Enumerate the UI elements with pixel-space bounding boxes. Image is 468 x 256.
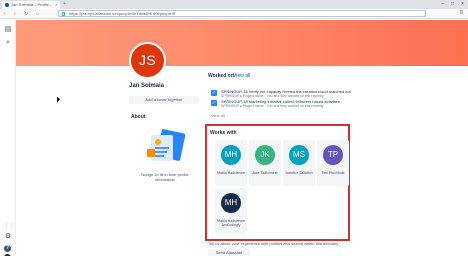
profile-header-banner (16, 20, 468, 66)
worked-on-heading: Worked on (208, 73, 234, 79)
browser-toolbar: ‹ › ↻ ⌂ https://jira-ops.atlassian.net/p… (0, 9, 468, 19)
person-avatar: MH (221, 193, 241, 213)
checkbox-icon: ✓ (211, 90, 217, 96)
person-avatar: TP (323, 145, 343, 165)
about-text: Nudge Jo fill in their profile informati… (141, 172, 189, 182)
atlassian-favicon-icon (5, 3, 9, 7)
person-name: Mattia Hadstream AmCodingly (217, 219, 245, 227)
person-avatar: JK (255, 145, 275, 165)
inbox-icon[interactable]: ▤ (4, 26, 12, 34)
works-with-section: Works with MH Mattia Hadstream JK Jake S… (205, 124, 350, 241)
profile-name: Jan Solmaia (129, 83, 165, 89)
mouse-cursor-icon (57, 97, 60, 103)
profile-avatar: JS (129, 42, 166, 79)
browser-menu-button[interactable]: ≡ (459, 10, 463, 17)
close-tab-icon[interactable]: × (55, 2, 57, 8)
send-feedback-button[interactable]: Send Atlassian feedback (208, 249, 250, 256)
work-item-subtitle: SPRINGUP ▸ Project name · You and they w… (221, 104, 324, 108)
worked-on-view-all-link[interactable]: View all (233, 73, 250, 79)
person-name: Mattia Hadstream (217, 171, 245, 175)
reload-button[interactable]: ↻ (24, 10, 28, 18)
person-card[interactable]: JK Jake Skilfulmeer (249, 140, 281, 186)
minimize-window-button[interactable]: – (441, 1, 444, 8)
profile-illustration-icon (147, 129, 185, 161)
about-card: Nudge Jo fill in their profile informati… (129, 121, 201, 221)
person-avatar: MS (289, 145, 309, 165)
help-icon[interactable]: ? (4, 245, 11, 252)
settings-icon[interactable]: ⚙ (4, 233, 12, 241)
url-text: https://jira-ops.atlassian.net/people/5b… (69, 11, 176, 16)
home-button[interactable]: ⌂ (36, 10, 39, 18)
back-button[interactable]: ‹ (4, 10, 6, 18)
person-name: Nataliux Sallation (285, 171, 313, 175)
work-item[interactable]: ✓ SPRINGUP-18 Marketing initiative colle… (211, 99, 351, 111)
tab-title: Jan Solmaia – Profile – Atlass... (11, 2, 53, 7)
lock-icon (62, 12, 65, 16)
person-card[interactable]: MS Nataliux Sallation (283, 140, 315, 186)
forward-button[interactable]: › (14, 10, 16, 18)
grid-icon[interactable]: ⋮⋮ (4, 222, 14, 230)
new-tab-button[interactable]: + (63, 1, 66, 8)
about-heading: About (131, 114, 146, 120)
close-window-button[interactable]: × (461, 1, 464, 8)
person-avatar: MH (221, 145, 241, 165)
feedback-prompt: Tell us about your experience with profi… (208, 241, 340, 246)
view-all-link[interactable]: View all (211, 113, 225, 118)
works-with-heading: Works with (210, 130, 237, 136)
search-icon[interactable]: ⌕ (4, 39, 12, 47)
app-sidebar: ▤ ⌕ ⋮⋮ ⚙ ? (0, 20, 16, 256)
maximize-window-button[interactable]: □ (451, 1, 454, 8)
address-bar[interactable]: https://jira-ops.atlassian.net/people/5b… (58, 10, 426, 17)
browser-tab[interactable]: Jan Solmaia – Profile – Atlass... × (2, 1, 60, 9)
person-name: Tem Pinchbaik (321, 171, 345, 175)
person-card[interactable]: MH Mattia Hadstream (215, 140, 247, 186)
checkbox-icon: ✓ (211, 100, 217, 106)
add-cover-button[interactable]: Add a cover together (129, 96, 199, 104)
browser-tab-bar: Jan Solmaia – Profile – Atlass... × + – … (0, 0, 468, 9)
person-card[interactable]: TP Tem Pinchbaik (317, 140, 349, 186)
person-card[interactable]: MH Mattia Hadstream AmCodingly (215, 188, 247, 234)
person-name: Jake Skilfulmeer (252, 171, 278, 175)
